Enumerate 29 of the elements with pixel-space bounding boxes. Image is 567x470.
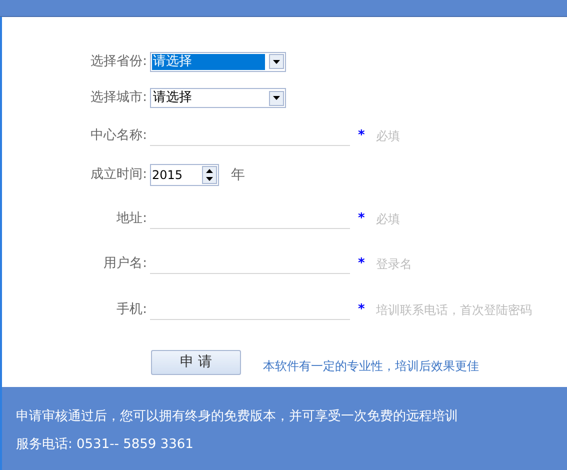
- field-hint: 必填: [376, 211, 400, 228]
- field-label: 中心名称:: [90, 127, 147, 146]
- apply-button[interactable]: 申 请: [151, 350, 241, 375]
- field-label: 用户名:: [104, 255, 147, 274]
- dropdown[interactable]: 请选择: [150, 88, 286, 108]
- caret-icon: [269, 54, 284, 69]
- field-hint: 必填: [376, 128, 400, 145]
- field-label: 地址:: [116, 210, 147, 228]
- field-label: 手机:: [116, 301, 147, 320]
- dropdown-value: 请选择: [152, 54, 265, 70]
- caret-icon: [269, 90, 284, 106]
- dropdown[interactable]: 请选择: [150, 52, 286, 72]
- service-phone: 服务电话: 0531-- 5859 3361: [16, 436, 194, 454]
- required-mark: *: [358, 255, 365, 274]
- required-mark: *: [358, 127, 365, 146]
- dropdown-value: 请选择: [152, 90, 193, 106]
- field-hint: 登录名: [376, 256, 412, 273]
- required-mark: *: [358, 301, 365, 320]
- spinner-value: 2015: [152, 167, 184, 184]
- required-mark: *: [358, 210, 365, 228]
- footer-message: 申请审核通过后，您可以拥有终身的免费版本，并可享受一次免费的远程培训: [16, 408, 459, 426]
- field-label: 成立时间:: [90, 166, 147, 184]
- year-spinner[interactable]: 2015: [150, 164, 219, 186]
- field-hint: 培训联系电话，首次登陆密码: [376, 302, 532, 319]
- advice-link[interactable]: 本软件有一定的专业性，培训后效果更佳: [263, 357, 479, 375]
- unit-label: 年: [231, 166, 245, 184]
- field-label: 选择城市:: [90, 89, 147, 108]
- spin-arrows-icon: [202, 166, 217, 184]
- field-label: 选择省份:: [90, 52, 147, 71]
